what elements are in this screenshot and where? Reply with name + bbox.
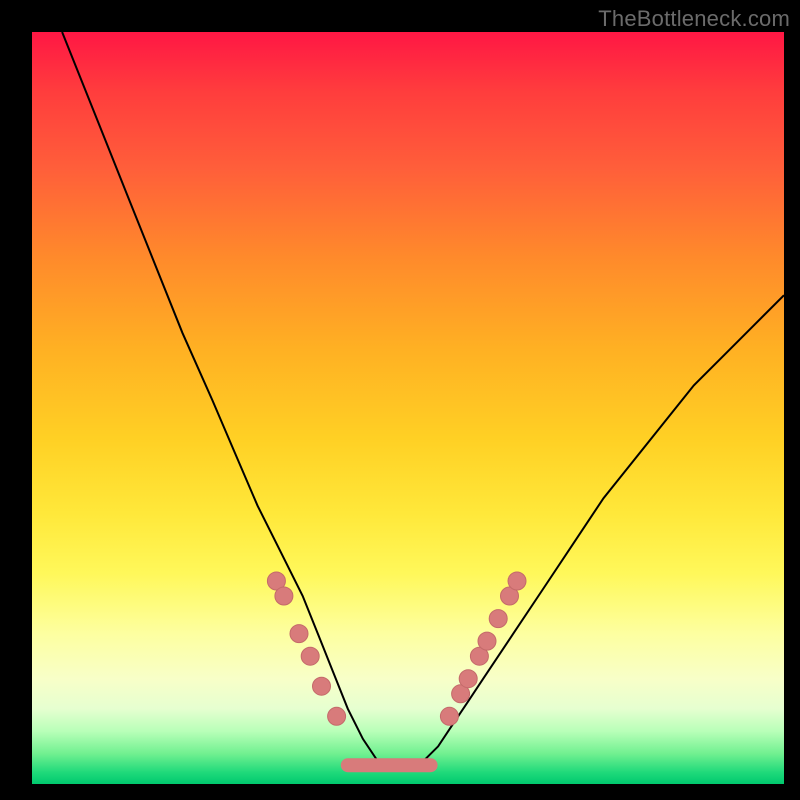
data-dot <box>489 610 507 628</box>
dots-right <box>440 572 526 725</box>
dots-left <box>267 572 345 725</box>
data-dot <box>328 707 346 725</box>
data-dot <box>301 647 319 665</box>
plot-area <box>32 32 784 784</box>
data-dot <box>440 707 458 725</box>
outer-frame: TheBottleneck.com <box>0 0 800 800</box>
data-dot <box>459 670 477 688</box>
chart-layer <box>62 32 784 769</box>
data-dot <box>313 677 331 695</box>
data-dot <box>275 587 293 605</box>
bottleneck-chart <box>32 32 784 784</box>
data-dot <box>508 572 526 590</box>
data-dot <box>478 632 496 650</box>
watermark-text: TheBottleneck.com <box>598 6 790 32</box>
bottleneck-curve-path <box>62 32 784 769</box>
data-dot <box>290 625 308 643</box>
